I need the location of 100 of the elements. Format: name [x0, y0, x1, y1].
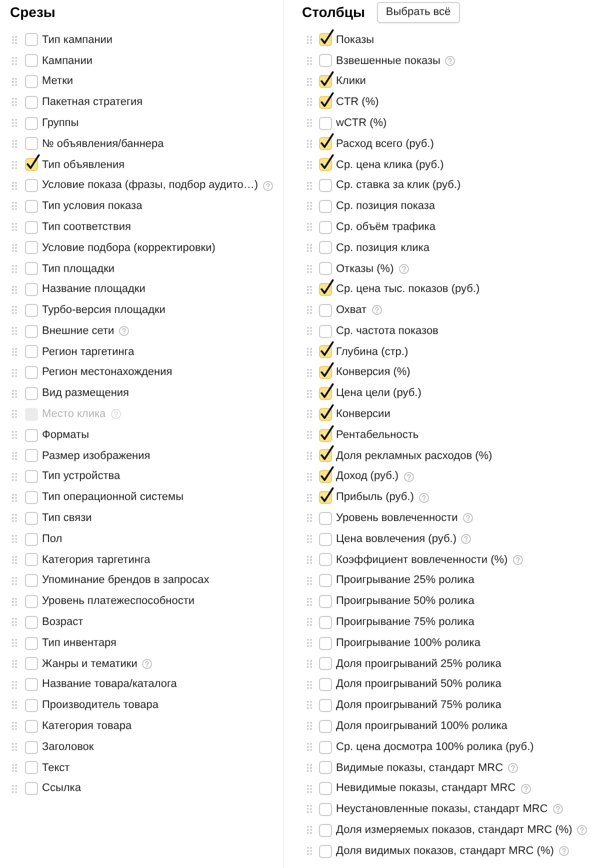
checkbox[interactable]: [319, 116, 332, 130]
drag-handle-icon[interactable]: [307, 743, 312, 752]
option-label[interactable]: Доля измеряемых показов, стандарт MRC (%): [336, 822, 572, 839]
option-label[interactable]: wCTR (%): [336, 114, 387, 132]
checkbox[interactable]: [319, 220, 332, 234]
option-label[interactable]: Заголовок: [42, 738, 94, 756]
checkbox[interactable]: [25, 116, 38, 130]
checkbox[interactable]: [25, 532, 38, 546]
checkbox[interactable]: [319, 698, 332, 712]
option-label[interactable]: Конверсии: [336, 406, 390, 423]
option-label[interactable]: Возраст: [42, 614, 84, 631]
drag-handle-icon[interactable]: [12, 514, 17, 522]
checkbox[interactable]: [25, 512, 38, 525]
checkbox[interactable]: [319, 279, 334, 296]
drag-handle-icon[interactable]: [12, 701, 17, 710]
drag-handle-icon[interactable]: [12, 743, 17, 752]
option-label[interactable]: Турбо-версия площадки: [42, 302, 166, 319]
option-label[interactable]: Текст: [42, 760, 70, 776]
drag-handle-icon[interactable]: [307, 535, 312, 544]
drag-handle-icon[interactable]: [12, 618, 17, 626]
checkbox[interactable]: [25, 595, 38, 608]
checkbox[interactable]: [25, 345, 38, 358]
option-label[interactable]: Ср. цена тыс. показов (руб.): [336, 281, 480, 298]
checkbox[interactable]: [319, 616, 332, 629]
drag-handle-icon[interactable]: [12, 264, 17, 273]
drag-handle-icon[interactable]: [12, 535, 17, 544]
option-label[interactable]: Вид размещения: [42, 385, 130, 402]
drag-handle-icon[interactable]: [307, 576, 312, 585]
drag-handle-icon[interactable]: [12, 160, 17, 169]
option-label[interactable]: Показы: [336, 32, 374, 48]
option-label[interactable]: Проигрывание 100% ролика: [336, 634, 480, 652]
drag-handle-icon[interactable]: [307, 701, 312, 710]
option-label[interactable]: Название товара/каталога: [42, 676, 177, 693]
drag-handle-icon[interactable]: [307, 431, 312, 440]
checkbox[interactable]: [319, 262, 332, 276]
help-icon[interactable]: [119, 326, 130, 336]
option-label[interactable]: Доля рекламных расходов (%): [336, 448, 492, 464]
drag-handle-icon[interactable]: [12, 722, 17, 730]
checkbox[interactable]: [25, 698, 38, 712]
checkbox[interactable]: [25, 720, 38, 733]
drag-handle-icon[interactable]: [12, 660, 17, 668]
help-icon[interactable]: [558, 846, 569, 856]
option-label[interactable]: Тип площадки: [42, 260, 115, 277]
drag-handle-icon[interactable]: [12, 764, 17, 772]
checkbox[interactable]: [25, 262, 38, 276]
checkbox[interactable]: [319, 782, 332, 796]
drag-handle-icon[interactable]: [307, 660, 312, 668]
checkbox[interactable]: [25, 241, 38, 254]
option-label[interactable]: Тип устройства: [42, 468, 120, 485]
drag-handle-icon[interactable]: [307, 556, 312, 564]
option-label[interactable]: Ср. ставка за клик (руб.): [336, 177, 461, 194]
option-label[interactable]: Упоминание брендов в запросах: [42, 572, 210, 589]
drag-handle-icon[interactable]: [12, 98, 17, 106]
option-label[interactable]: Внешние сети: [42, 322, 114, 340]
option-label[interactable]: Невидимые показы, стандарт MRC: [336, 780, 516, 797]
checkbox[interactable]: [25, 54, 38, 68]
drag-handle-icon[interactable]: [12, 78, 17, 86]
option-label[interactable]: Охват: [336, 302, 367, 319]
drag-handle-icon[interactable]: [307, 847, 312, 856]
checkbox[interactable]: [25, 616, 38, 629]
help-icon[interactable]: [552, 804, 563, 814]
checkbox[interactable]: [25, 553, 38, 566]
checkbox[interactable]: [319, 304, 332, 317]
drag-handle-icon[interactable]: [12, 119, 17, 128]
checkbox[interactable]: [25, 220, 38, 234]
drag-handle-icon[interactable]: [307, 494, 312, 502]
checkbox[interactable]: [319, 466, 334, 484]
checkbox[interactable]: [319, 179, 332, 192]
checkbox[interactable]: [319, 532, 332, 546]
checkbox[interactable]: [319, 341, 334, 358]
checkbox[interactable]: [319, 324, 332, 338]
option-label[interactable]: Проигрывание 75% ролика: [336, 614, 474, 631]
option-label[interactable]: Конверсия (%): [336, 364, 410, 381]
checkbox[interactable]: [25, 678, 38, 692]
checkbox[interactable]: [319, 241, 332, 254]
checkbox[interactable]: [25, 304, 38, 317]
drag-handle-icon[interactable]: [307, 160, 312, 169]
option-label[interactable]: Проигрывание 25% ролика: [336, 572, 474, 589]
option-label[interactable]: № объявления/баннера: [42, 136, 164, 152]
drag-handle-icon[interactable]: [12, 639, 17, 648]
option-label[interactable]: Уровень платежеспособности: [42, 593, 195, 610]
checkbox[interactable]: [319, 844, 332, 858]
option-label[interactable]: Жанры и тематики: [42, 656, 138, 672]
drag-handle-icon[interactable]: [12, 368, 17, 377]
option-label[interactable]: Доля проигрываний 75% ролика: [336, 697, 502, 714]
option-label[interactable]: Расход всего (руб.): [336, 136, 434, 152]
option-label[interactable]: Отказы (%): [336, 260, 394, 277]
option-label[interactable]: Взвешенные показы: [336, 52, 440, 70]
option-label[interactable]: Доля видимых показов, стандарт MRC (%): [336, 842, 554, 860]
option-label[interactable]: Проигрывание 50% ролика: [336, 593, 474, 610]
checkbox[interactable]: [25, 491, 38, 504]
drag-handle-icon[interactable]: [307, 348, 312, 356]
checkbox[interactable]: [319, 54, 332, 68]
drag-handle-icon[interactable]: [12, 244, 17, 252]
option-label[interactable]: Тип условия показа: [42, 198, 142, 215]
option-label[interactable]: Ср. цена досмотра 100% ролика (руб.): [336, 738, 534, 756]
drag-handle-icon[interactable]: [307, 56, 312, 65]
drag-handle-icon[interactable]: [12, 348, 17, 356]
drag-handle-icon[interactable]: [12, 202, 17, 210]
help-icon[interactable]: [520, 784, 531, 794]
